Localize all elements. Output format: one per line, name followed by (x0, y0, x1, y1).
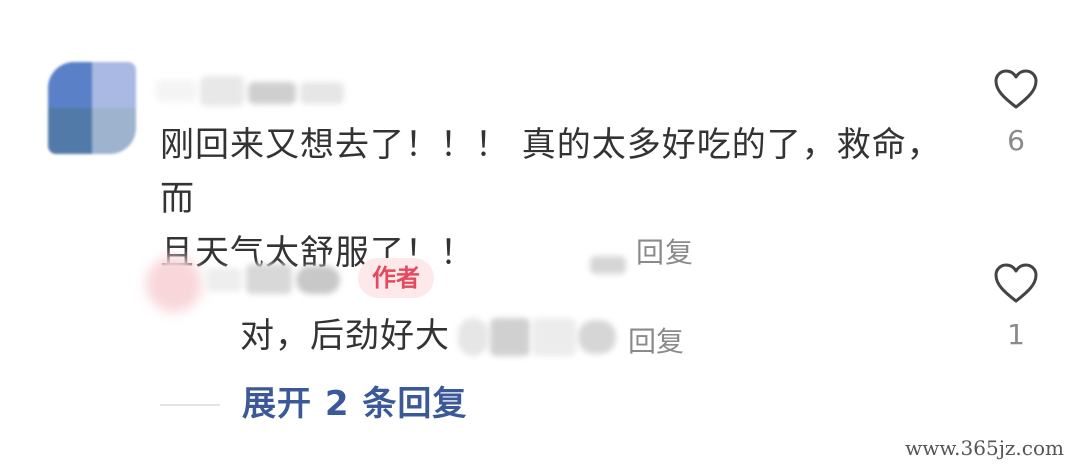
comment-time-redacted (590, 256, 626, 274)
author-badge: 作者 (358, 258, 434, 298)
reply-reply-button[interactable]: 回复 (628, 320, 684, 360)
comment-like-count: 6 (1007, 124, 1025, 157)
comment-like-button[interactable]: 6 (986, 68, 1046, 157)
comment-body: 刚回来又想去了！！！ 真的太多好吃的了，救命，而 且天气太舒服了！！ 回复 (160, 118, 960, 280)
commenter-username-redacted[interactable] (156, 76, 356, 106)
reply-time-redacted (458, 318, 618, 356)
reply-text: 对，后劲好大 (240, 316, 450, 356)
reply-like-button[interactable]: 1 (986, 262, 1046, 351)
expand-replies-button[interactable]: 展开 2 条回复 (242, 382, 467, 426)
comment-line-1: 刚回来又想去了！！！ 真的太多好吃的了，救命，而 (160, 125, 942, 219)
reply-like-count: 1 (1007, 318, 1025, 351)
reply-avatar[interactable] (146, 256, 202, 312)
commenter-avatar[interactable] (48, 62, 136, 154)
comment-reply-button[interactable]: 回复 (636, 226, 694, 280)
heart-outline-icon (994, 263, 1038, 303)
heart-outline-icon (994, 69, 1038, 109)
reply-username-redacted[interactable] (206, 262, 346, 296)
expand-divider (160, 404, 220, 406)
watermark: www.365jz.com (905, 436, 1064, 460)
reply-body: 对，后劲好大 (240, 314, 450, 358)
